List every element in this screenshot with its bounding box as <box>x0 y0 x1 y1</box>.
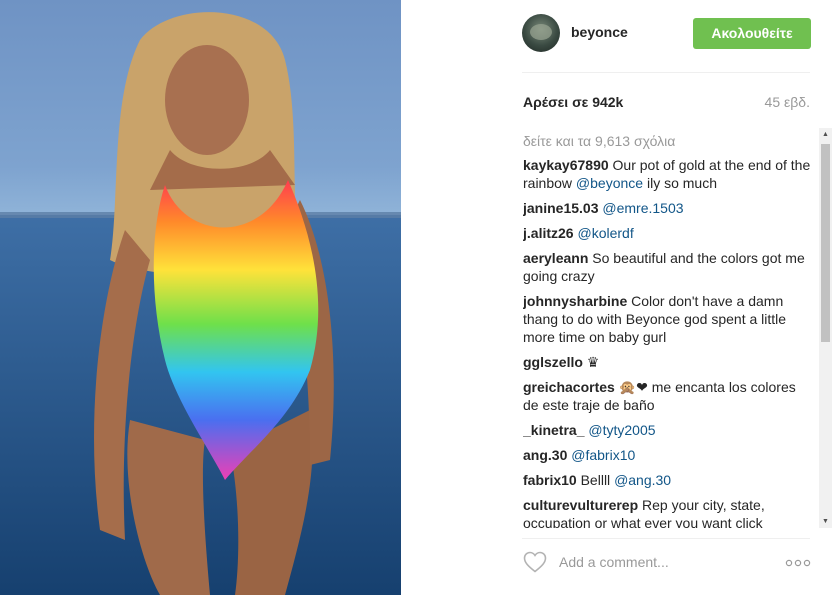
scroll-down-icon[interactable]: ▼ <box>819 515 832 528</box>
post-header: beyonce Ακολουθείτε <box>522 14 811 54</box>
comment-item: johnnysharbine Color don't have a damn t… <box>523 292 811 346</box>
comment-item: kaykay67890 Our pot of gold at the end o… <box>523 156 811 192</box>
comment-item: gglszello ♛ <box>523 353 811 371</box>
comment-item: aeryleann So beautiful and the colors go… <box>523 249 811 285</box>
footer-divider <box>522 538 810 539</box>
comment-author[interactable]: johnnysharbine <box>523 293 627 309</box>
comment-mention[interactable]: @beyonce <box>576 175 643 191</box>
comment-item: greichacortes 🙊❤ me encanta los colores … <box>523 378 811 414</box>
comment-text-after: ily so much <box>643 175 717 191</box>
post-details-panel: beyonce Ακολουθείτε Αρέσει σε 942k 45 εβ… <box>401 0 833 595</box>
header-divider <box>522 72 810 73</box>
scroll-up-icon[interactable]: ▲ <box>819 128 832 141</box>
comment-author[interactable]: aeryleann <box>523 250 588 266</box>
comments-scrollbar[interactable]: ▲ ▼ <box>819 128 832 528</box>
comment-author[interactable]: ang.30 <box>523 447 567 463</box>
comment-author[interactable]: gglszello <box>523 354 583 370</box>
comment-mention[interactable]: @ang.30 <box>614 472 671 488</box>
add-comment-input[interactable] <box>557 550 761 574</box>
comment-author[interactable]: j.alitz26 <box>523 225 574 241</box>
comment-author[interactable]: fabrix10 <box>523 472 577 488</box>
comment-author[interactable]: _kinetra_ <box>523 422 584 438</box>
scroll-thumb[interactable] <box>821 144 830 342</box>
username[interactable]: beyonce <box>571 24 628 40</box>
likes-count[interactable]: Αρέσει σε 942k <box>523 94 623 110</box>
comment-item: culturevulturerep Rep your city, state, … <box>523 496 811 528</box>
comment-item: _kinetra_ @tyty2005 <box>523 421 811 439</box>
comment-author[interactable]: kaykay67890 <box>523 157 609 173</box>
comment-item: ang.30 @fabrix10 <box>523 446 811 464</box>
more-options-icon[interactable] <box>785 559 811 567</box>
comment-mention[interactable]: @emre.1503 <box>602 200 683 216</box>
post-time[interactable]: 45 εβδ. <box>765 94 810 110</box>
comments-list[interactable]: δείτε και τα 9,613 σχόλια kaykay67890 Ou… <box>523 128 811 528</box>
heart-icon[interactable] <box>523 551 547 573</box>
load-more-comments[interactable]: δείτε και τα 9,613 σχόλια <box>523 132 811 150</box>
comment-mention[interactable]: @fabrix10 <box>571 447 635 463</box>
comment-author[interactable]: janine15.03 <box>523 200 599 216</box>
comment-text: ♛ <box>586 354 600 370</box>
comment-mention[interactable]: @kolerdf <box>577 225 633 241</box>
following-button[interactable]: Ακολουθείτε <box>693 18 811 49</box>
comment-text: Bellll <box>580 472 615 488</box>
comment-item: janine15.03 @emre.1503 <box>523 199 811 217</box>
comment-item: fabrix10 Bellll @ang.30 <box>523 471 811 489</box>
avatar[interactable] <box>522 14 560 52</box>
comment-author[interactable]: culturevulturerep <box>523 497 638 513</box>
comment-item: j.alitz26 @kolerdf <box>523 224 811 242</box>
post-photo[interactable] <box>0 0 401 595</box>
comment-mention[interactable]: @tyty2005 <box>588 422 655 438</box>
comment-author[interactable]: greichacortes <box>523 379 615 395</box>
photo-illustration <box>0 12 401 595</box>
